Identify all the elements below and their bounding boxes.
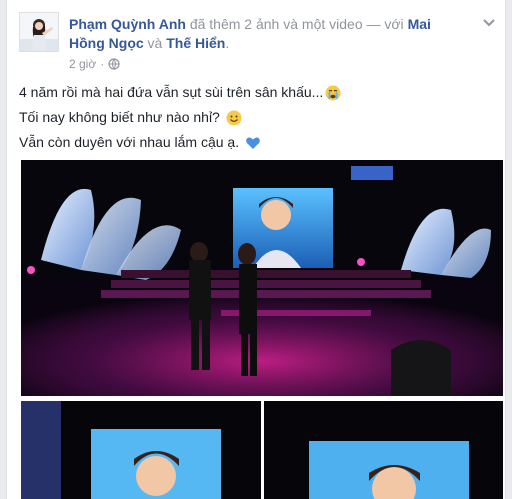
feed-post: Phạm Quỳnh Anh đã thêm 2 ảnh và một vide… xyxy=(6,0,506,499)
post-line-2: Tối nay không biết như nào nhỉ? xyxy=(19,105,495,130)
post-headline: Phạm Quỳnh Anh đã thêm 2 ảnh và một vide… xyxy=(69,15,449,53)
post-line-3: Vẫn còn duyên với nhau lắm cậu ạ. xyxy=(19,130,495,155)
post-meta: 2 giờ · xyxy=(69,57,120,71)
conjunction-text: và xyxy=(147,35,163,51)
globe-icon[interactable] xyxy=(108,58,120,70)
post-timestamp[interactable]: 2 giờ xyxy=(69,57,96,71)
author-avatar[interactable] xyxy=(19,12,59,52)
post-line-1: 4 năm rồi mà hai đứa vẫn sụt sùi trên sâ… xyxy=(19,80,495,105)
separator-dot: · xyxy=(100,57,105,71)
tagged-friend-2-link[interactable]: Thế Hiển xyxy=(166,35,225,51)
post-header: Phạm Quỳnh Anh đã thêm 2 ảnh và một vide… xyxy=(19,10,497,72)
post-line-2-text: Tối nay không biết như nào nhỉ? xyxy=(19,109,220,125)
chevron-down-icon[interactable] xyxy=(481,14,497,30)
blue-heart-icon xyxy=(245,135,261,151)
post-action-text: đã thêm 2 ảnh và một video — với xyxy=(189,16,404,32)
post-photo-main[interactable] xyxy=(21,160,503,396)
post-line-1-text: 4 năm rồi mà hai đứa vẫn sụt sùi trên sâ… xyxy=(19,84,324,100)
post-text: 4 năm rồi mà hai đứa vẫn sụt sùi trên sâ… xyxy=(19,80,495,155)
post-photo-thumb-1[interactable] xyxy=(21,401,261,499)
post-photo-thumb-2[interactable] xyxy=(264,401,503,499)
crying-face-icon xyxy=(325,85,341,101)
headline-period: . xyxy=(225,35,230,51)
author-name-link[interactable]: Phạm Quỳnh Anh xyxy=(69,16,186,32)
smiling-face-icon xyxy=(226,110,242,126)
post-line-3-text: Vẫn còn duyên với nhau lắm cậu ạ. xyxy=(19,134,240,150)
